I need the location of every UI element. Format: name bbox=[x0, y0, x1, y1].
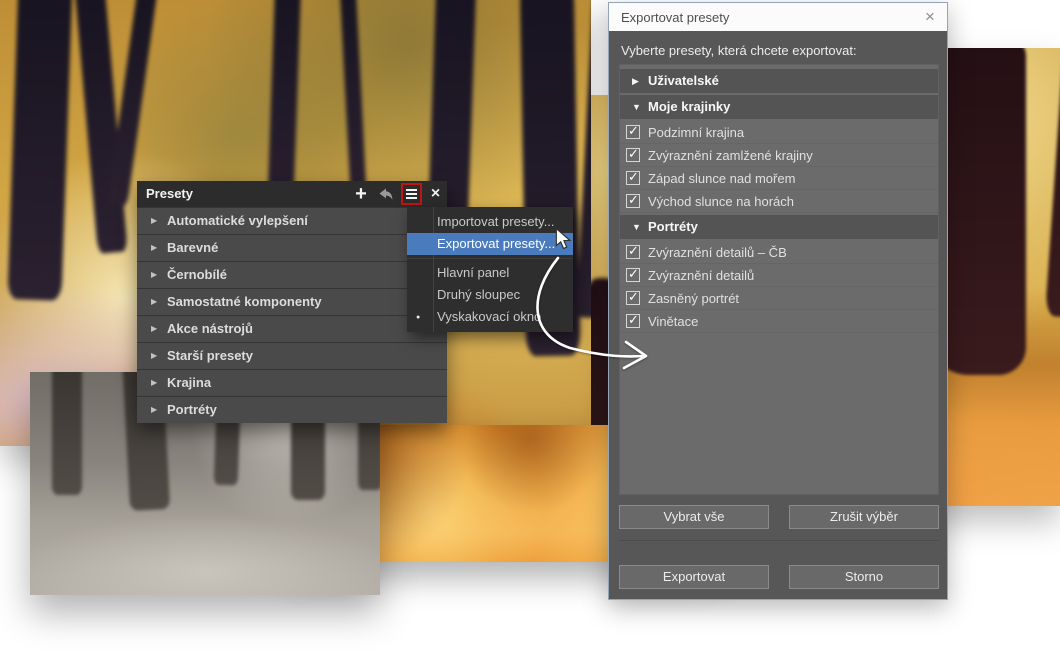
export-button[interactable]: Exportovat bbox=[619, 565, 769, 589]
preset-group-row-cernobile[interactable]: ▶ Černobílé bbox=[137, 262, 447, 288]
panel-title: Presety bbox=[146, 186, 193, 201]
chevron-right-icon: ▶ bbox=[632, 76, 639, 87]
tree-trunk-shape bbox=[52, 372, 82, 495]
preset-item-zvyrazneni-detailu[interactable]: ✓ Zvýraznění detailů bbox=[620, 264, 938, 287]
preset-item-zvyrazneni-zamlzene-krajiny[interactable]: ✓ Zvýraznění zamlžené krajiny bbox=[620, 144, 938, 167]
preset-item-zasneny-portret[interactable]: ✓ Zasněný portrét bbox=[620, 287, 938, 310]
checkmark-icon: ✓ bbox=[628, 123, 639, 139]
presets-panel-header: Presety + × bbox=[137, 181, 447, 207]
select-all-button[interactable]: Vybrat vše bbox=[619, 505, 769, 529]
preset-item-vychod-slunce-na-horach[interactable]: ✓ Východ slunce na horách bbox=[620, 190, 938, 213]
preset-group-row-portrety[interactable]: ▶ Portréty bbox=[137, 397, 447, 423]
panel-close-icon[interactable]: × bbox=[429, 186, 442, 202]
undo-icon[interactable] bbox=[377, 187, 394, 202]
chevron-right-icon: ▶ bbox=[151, 270, 157, 279]
dialog-title: Exportovat presety bbox=[621, 10, 729, 25]
dialog-titlebar[interactable]: Exportovat presety × bbox=[609, 3, 947, 31]
preset-item-label: Zvýraznění zamlžené krajiny bbox=[648, 148, 813, 163]
chevron-right-icon: ▶ bbox=[151, 216, 157, 225]
preset-item-label: Zvýraznění detailů – ČB bbox=[648, 245, 787, 260]
tree-trunk-shape bbox=[7, 0, 72, 300]
preset-group-label: Krajina bbox=[167, 375, 211, 390]
page-background: Presety + × ▶ Automatické vylepšení bbox=[0, 0, 1060, 650]
menu-bar-line bbox=[406, 197, 417, 199]
deselect-all-button[interactable]: Zrušit výběr bbox=[789, 505, 939, 529]
group-label: Portréty bbox=[648, 219, 698, 234]
preset-item-podzimni-krajina[interactable]: ✓ Podzimní krajina bbox=[620, 121, 938, 144]
chevron-right-icon: ▶ bbox=[151, 405, 157, 414]
dialog-close-icon[interactable]: × bbox=[921, 7, 939, 27]
add-preset-icon[interactable]: + bbox=[352, 185, 370, 203]
menu-bar-line bbox=[406, 193, 417, 195]
tree-trunk-shape bbox=[1045, 48, 1060, 318]
preset-group-row-akce-nastroju[interactable]: ▶ Akce nástrojů bbox=[137, 316, 447, 342]
presets-panel: Presety + × ▶ Automatické vylepšení bbox=[137, 181, 447, 423]
chevron-right-icon: ▶ bbox=[151, 351, 157, 360]
panel-toolbar: + × bbox=[352, 181, 442, 207]
menu-item-importovat-presety[interactable]: Importovat presety... bbox=[407, 211, 573, 233]
dialog-divider bbox=[619, 540, 939, 541]
chevron-down-icon: ▼ bbox=[632, 222, 641, 232]
preset-group-row-barevne[interactable]: ▶ Barevné bbox=[137, 235, 447, 261]
preset-item-zapad-slunce-nad-morem[interactable]: ✓ Západ slunce nad mořem bbox=[620, 167, 938, 190]
preset-group-label: Černobílé bbox=[167, 267, 227, 282]
tree-trunk-shape bbox=[339, 0, 366, 196]
preset-item-label: Podzimní krajina bbox=[648, 125, 744, 140]
chevron-down-icon: ▼ bbox=[632, 102, 641, 112]
preset-group-row-samostatne-komponenty[interactable]: ▶ Samostatné komponenty bbox=[137, 289, 447, 315]
preset-item-label: Východ slunce na horách bbox=[648, 194, 794, 209]
preset-group-label: Portréty bbox=[167, 402, 217, 417]
preset-group-list: ▶ Automatické vylepšení ▶ Barevné ▶ Čern… bbox=[137, 207, 447, 423]
cancel-button[interactable]: Storno bbox=[789, 565, 939, 589]
curved-arrow-annotation bbox=[520, 235, 665, 375]
preset-group-row-automaticke-vylepseni[interactable]: ▶ Automatické vylepšení bbox=[137, 208, 447, 234]
tree-trunk-shape bbox=[108, 0, 159, 206]
chevron-right-icon: ▶ bbox=[151, 243, 157, 252]
dialog-prompt: Vyberte presety, která chcete exportovat… bbox=[621, 43, 857, 58]
checkmark-icon: ✓ bbox=[628, 146, 639, 162]
group-header-portrety[interactable]: ▼ Portréty bbox=[620, 215, 938, 239]
group-label: Moje krajinky bbox=[648, 99, 730, 114]
action-buttons: Exportovat Storno bbox=[619, 565, 939, 589]
preset-item-vinetace[interactable]: ✓ Vinětace bbox=[620, 310, 938, 333]
chevron-right-icon: ▶ bbox=[151, 378, 157, 387]
checkmark-icon: ✓ bbox=[628, 192, 639, 208]
preset-item-zvyrazneni-detailu-cb[interactable]: ✓ Zvýraznění detailů – ČB bbox=[620, 241, 938, 264]
preset-group-row-starsi-presety[interactable]: ▶ Starší presety bbox=[137, 343, 447, 369]
preset-group-row-krajina[interactable]: ▶ Krajina bbox=[137, 370, 447, 396]
preset-group-label: Starší presety bbox=[167, 348, 253, 363]
chevron-right-icon: ▶ bbox=[151, 324, 157, 333]
group-label: Uživatelské bbox=[648, 73, 719, 88]
preset-group-label: Samostatné komponenty bbox=[167, 294, 322, 309]
bullet-icon: ● bbox=[416, 314, 420, 321]
panel-menu-icon[interactable] bbox=[401, 183, 422, 205]
group-header-uzivatelske[interactable]: ▶ Uživatelské bbox=[620, 69, 938, 93]
selection-buttons: Vybrat vše Zrušit výběr bbox=[619, 505, 939, 529]
mouse-cursor bbox=[554, 228, 576, 252]
preset-group-label: Automatické vylepšení bbox=[167, 213, 308, 228]
group-header-moje-krajinky[interactable]: ▼ Moje krajinky bbox=[620, 95, 938, 119]
preset-group-label: Barevné bbox=[167, 240, 218, 255]
preset-selection-list: ▶ Uživatelské ▼ Moje krajinky ✓ Podzimní… bbox=[619, 64, 939, 495]
preset-item-label: Západ slunce nad mořem bbox=[648, 171, 795, 186]
menu-bar-line bbox=[406, 189, 417, 191]
checkmark-icon: ✓ bbox=[628, 169, 639, 185]
preset-group-label: Akce nástrojů bbox=[167, 321, 253, 336]
chevron-right-icon: ▶ bbox=[151, 297, 157, 306]
